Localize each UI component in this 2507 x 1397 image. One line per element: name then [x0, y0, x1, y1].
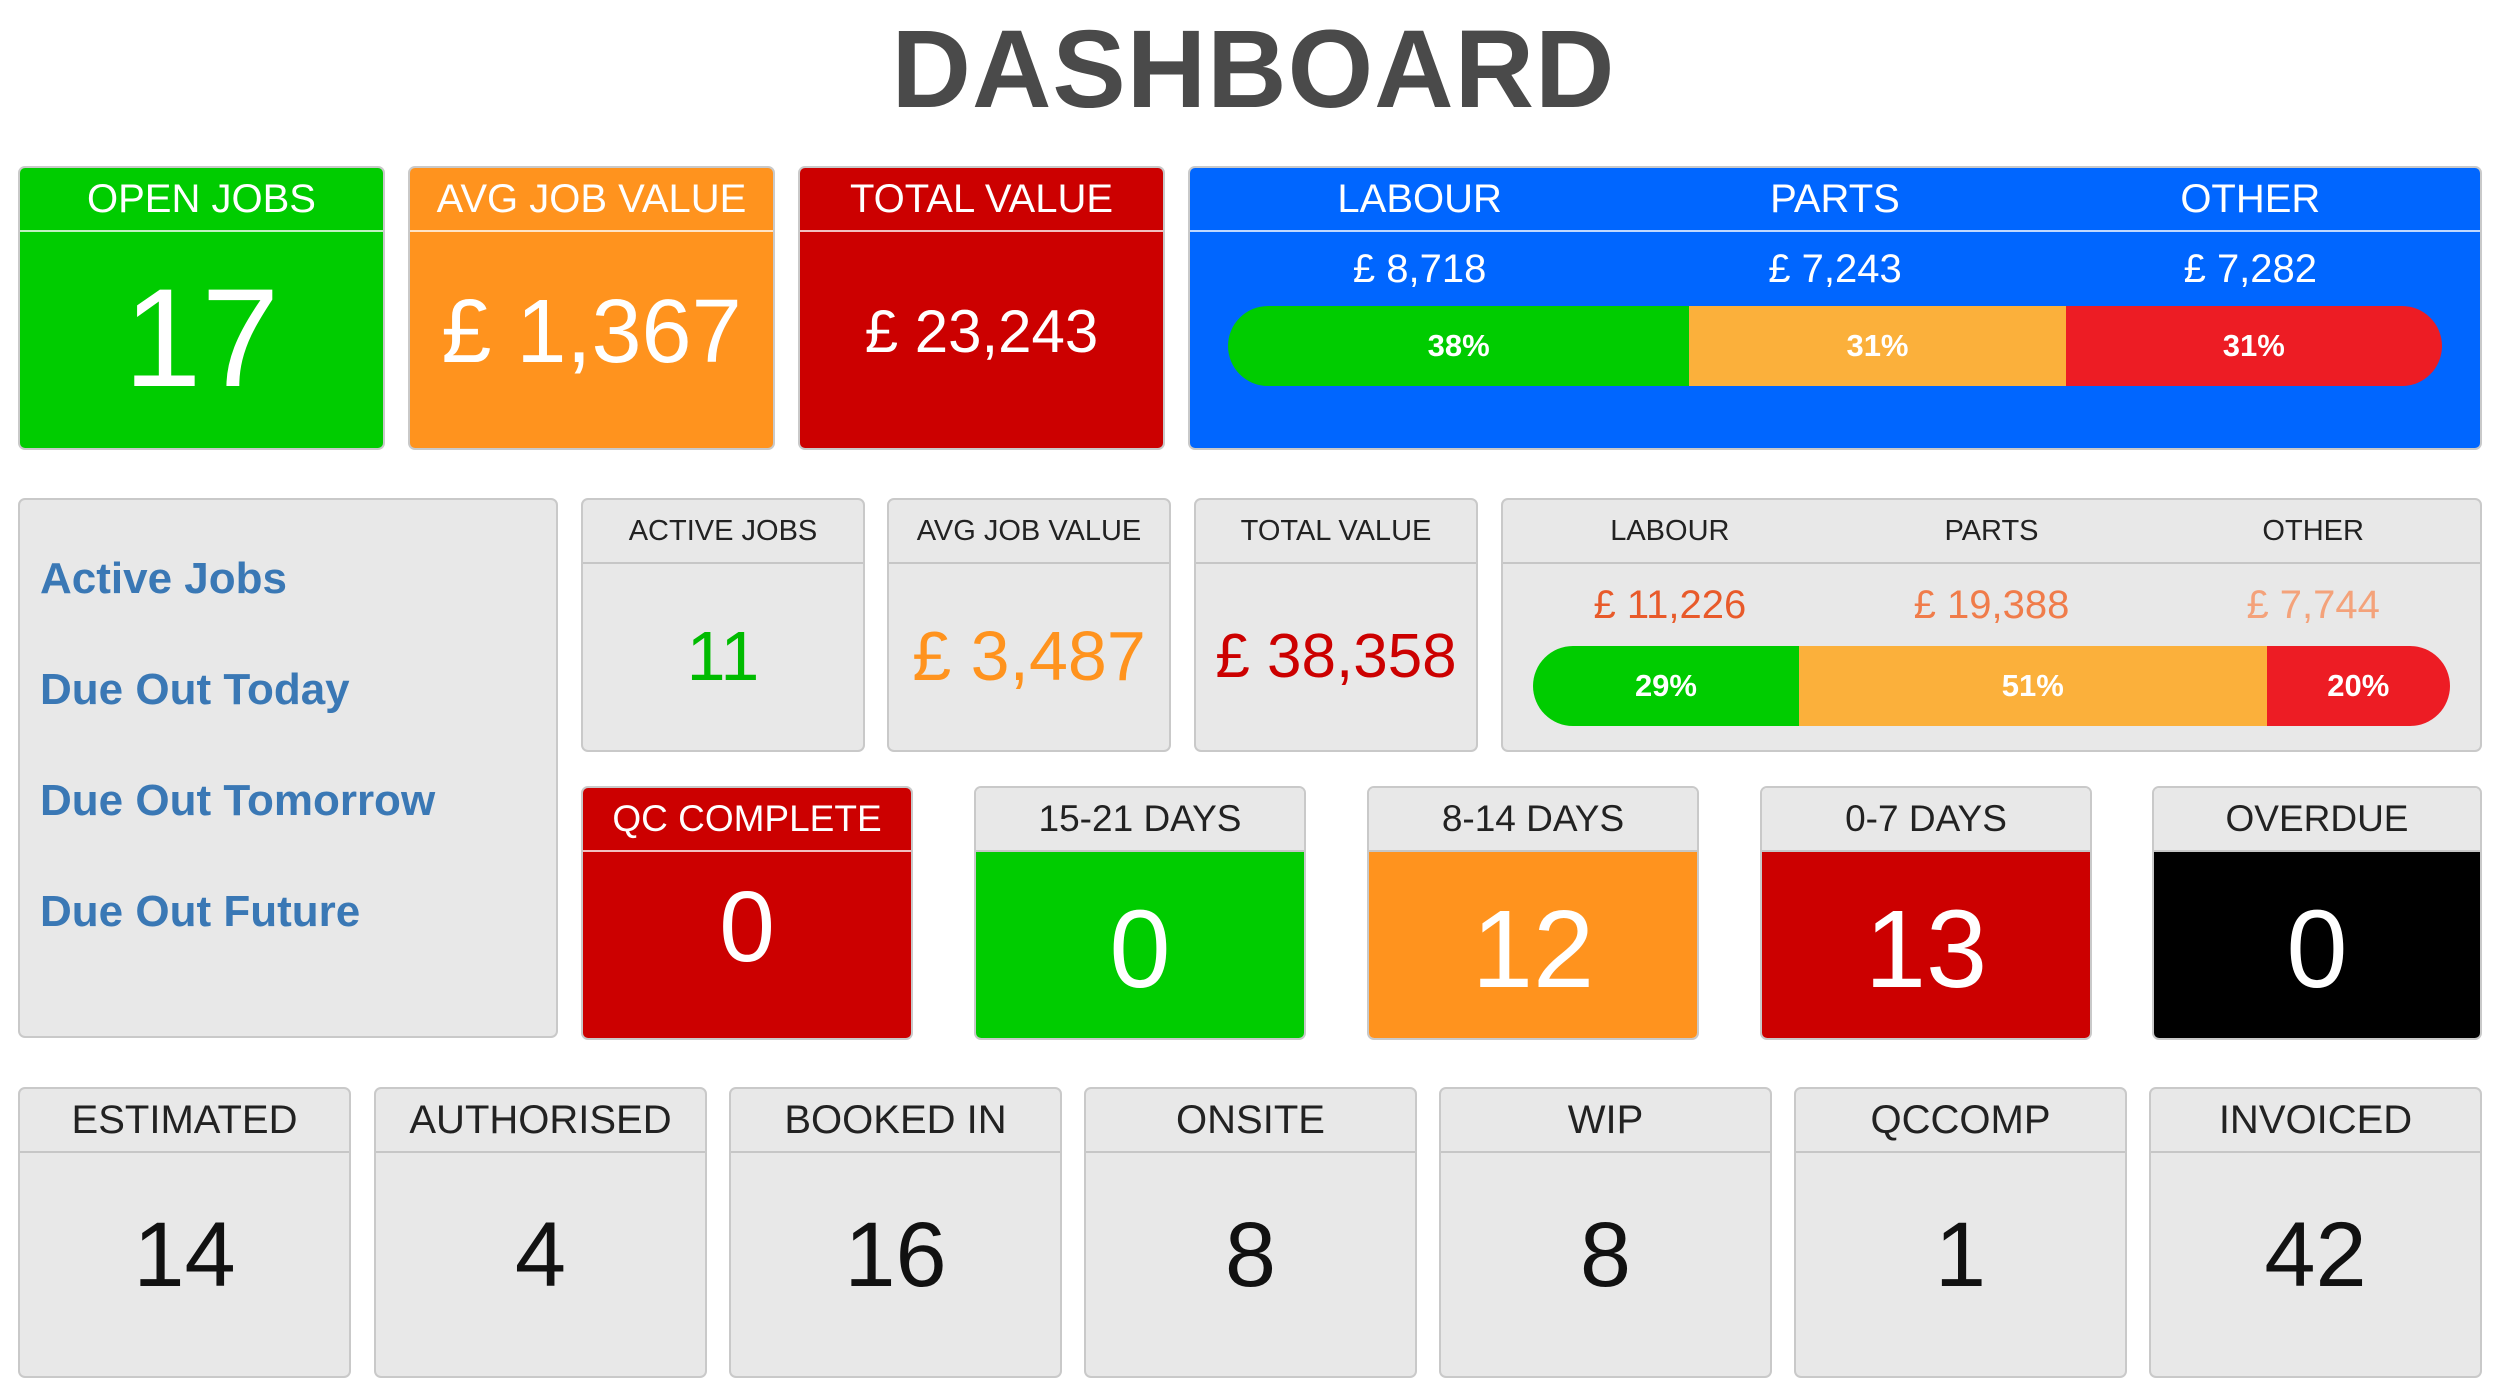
stage-estimated-label: ESTIMATED — [20, 1089, 349, 1153]
stage-onsite-label: ONSITE — [1086, 1089, 1415, 1153]
active-total-value-tile[interactable]: TOTAL VALUE £ 38,358 — [1194, 498, 1478, 752]
active-other-label: OTHER — [2262, 515, 2364, 547]
days-15-21-value: 0 — [976, 852, 1304, 1038]
active-labour-segment: 29% — [1533, 646, 1799, 726]
days-8-14-value: 12 — [1369, 852, 1697, 1038]
stage-qccomp-label: QCCOMP — [1796, 1089, 2125, 1153]
sidebar-item-due-out-today[interactable]: Due Out Today — [40, 665, 556, 776]
sidebar-panel: Active Jobs Due Out Today Due Out Tomorr… — [18, 498, 558, 1038]
labour-value: £ 8,718 — [1352, 247, 1487, 291]
qc-complete-value: 0 — [719, 871, 775, 983]
stage-onsite-value: 8 — [1224, 1204, 1277, 1306]
stage-onsite-tile[interactable]: ONSITE 8 — [1084, 1087, 1417, 1378]
days-0-7-label: 0-7 DAYS — [1762, 788, 2090, 852]
stage-wip-label: WIP — [1441, 1089, 1770, 1153]
avg-job-value-value: £ 1,367 — [441, 282, 742, 382]
sidebar-item-due-out-tomorrow[interactable]: Due Out Tomorrow — [40, 776, 556, 887]
stage-booked-in-value: 16 — [844, 1204, 947, 1306]
stage-invoiced-tile[interactable]: INVOICED 42 — [2149, 1087, 2482, 1378]
days-8-14-tile[interactable]: 8-14 DAYS 12 — [1367, 786, 1699, 1040]
breakdown-progress-bar: 38% 31% 31% — [1228, 306, 2442, 386]
active-jobs-tile[interactable]: ACTIVE JOBS 11 — [581, 498, 865, 752]
days-15-21-tile[interactable]: 15-21 DAYS 0 — [974, 786, 1306, 1040]
qc-complete-label: QC COMPLETE — [583, 788, 911, 852]
open-jobs-tile[interactable]: OPEN JOBS 17 — [18, 166, 385, 450]
active-labour-label: LABOUR — [1610, 515, 1730, 547]
qc-complete-tile[interactable]: QC COMPLETE 0 — [581, 786, 913, 1040]
stage-qccomp-value: 1 — [1934, 1204, 1987, 1306]
total-value-tile[interactable]: TOTAL VALUE £ 23,243 — [798, 166, 1165, 450]
active-labour-value: £ 11,226 — [1593, 583, 1747, 627]
stage-booked-in-tile[interactable]: BOOKED IN 16 — [729, 1087, 1062, 1378]
stage-qccomp-tile[interactable]: QCCOMP 1 — [1794, 1087, 2127, 1378]
overdue-value: 0 — [2154, 852, 2480, 1038]
parts-label: PARTS — [1770, 177, 1900, 221]
active-jobs-label: ACTIVE JOBS — [583, 500, 863, 564]
stage-wip-tile[interactable]: WIP 8 — [1439, 1087, 1772, 1378]
labour-segment: 38% — [1228, 306, 1690, 386]
parts-value: £ 7,243 — [1768, 247, 1902, 291]
days-0-7-tile[interactable]: 0-7 DAYS 13 — [1760, 786, 2092, 1040]
active-total-value-value: £ 38,358 — [1215, 622, 1457, 691]
active-avg-job-value-tile[interactable]: AVG JOB VALUE £ 3,487 — [887, 498, 1171, 752]
overdue-tile[interactable]: OVERDUE 0 — [2152, 786, 2482, 1040]
avg-job-value-tile[interactable]: AVG JOB VALUE £ 1,367 — [408, 166, 775, 450]
page-title: DASHBOARD — [891, 8, 1616, 131]
active-parts-segment: 51% — [1798, 646, 2267, 726]
stage-invoiced-value: 42 — [2264, 1204, 2367, 1306]
other-label: OTHER — [2180, 177, 2321, 221]
active-parts-label: PARTS — [1944, 515, 2039, 547]
stage-authorised-label: AUTHORISED — [376, 1089, 705, 1153]
stage-authorised-value: 4 — [514, 1204, 567, 1306]
open-jobs-label: OPEN JOBS — [20, 168, 383, 232]
breakdown-values: £ 8,718 £ 7,243 £ 7,282 — [1190, 232, 2480, 306]
active-parts-value: £ 19,388 — [1913, 583, 2070, 627]
total-value-value: £ 23,243 — [864, 298, 1099, 365]
total-value-label: TOTAL VALUE — [800, 168, 1163, 232]
stage-wip-value: 8 — [1579, 1204, 1632, 1306]
stage-estimated-tile[interactable]: ESTIMATED 14 — [18, 1087, 351, 1378]
active-breakdown-tile: LABOUR PARTS OTHER £ 11,226 £ 19,388 £ 7… — [1501, 498, 2482, 752]
active-breakdown-progress-bar: 29% 51% 20% — [1533, 646, 2450, 726]
sidebar-item-due-out-future[interactable]: Due Out Future — [40, 887, 556, 998]
other-value: £ 7,282 — [2183, 247, 2318, 291]
stage-invoiced-label: INVOICED — [2151, 1089, 2480, 1153]
days-15-21-label: 15-21 DAYS — [976, 788, 1304, 852]
other-segment: 31% — [2065, 306, 2442, 386]
breakdown-header: LABOUR PARTS OTHER — [1190, 168, 2480, 232]
parts-segment: 31% — [1689, 306, 2066, 386]
active-avg-job-value-label: AVG JOB VALUE — [889, 500, 1169, 564]
active-breakdown-values: £ 11,226 £ 19,388 £ 7,744 — [1503, 564, 2480, 646]
open-jobs-value: 17 — [123, 259, 280, 416]
days-0-7-value: 13 — [1762, 852, 2090, 1038]
active-breakdown-header: LABOUR PARTS OTHER — [1503, 500, 2480, 564]
overdue-label: OVERDUE — [2154, 788, 2480, 852]
sidebar-item-active-jobs[interactable]: Active Jobs — [40, 554, 556, 665]
active-total-value-label: TOTAL VALUE — [1196, 500, 1476, 564]
stage-estimated-value: 14 — [133, 1204, 236, 1306]
stage-authorised-tile[interactable]: AUTHORISED 4 — [374, 1087, 707, 1378]
value-breakdown-tile: LABOUR PARTS OTHER £ 8,718 £ 7,243 £ 7,2… — [1188, 166, 2482, 450]
active-other-segment: 20% — [2266, 646, 2450, 726]
active-jobs-value: 11 — [686, 617, 760, 695]
labour-label: LABOUR — [1337, 177, 1502, 221]
avg-job-value-label: AVG JOB VALUE — [410, 168, 773, 232]
days-8-14-label: 8-14 DAYS — [1369, 788, 1697, 852]
active-other-value: £ 7,744 — [2246, 583, 2380, 627]
stage-booked-in-label: BOOKED IN — [731, 1089, 1060, 1153]
active-avg-job-value-value: £ 3,487 — [912, 617, 1146, 695]
